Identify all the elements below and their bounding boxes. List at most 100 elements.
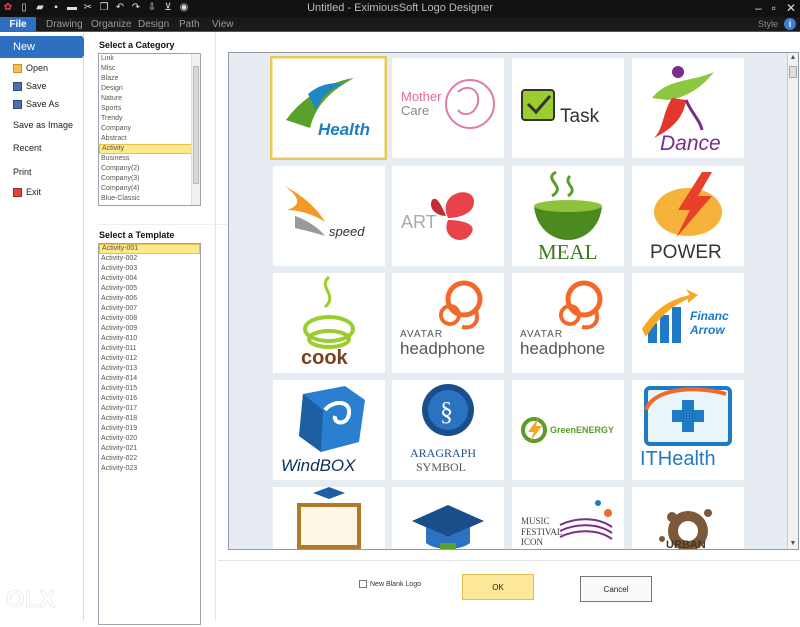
logo-tile-education[interactable] [273, 487, 385, 549]
style-menu[interactable]: Style [758, 19, 778, 29]
logo-tile-cook[interactable]: cook [273, 273, 385, 373]
category-list-item[interactable]: Misc [99, 64, 200, 74]
template-list-item[interactable]: Activity-007 [99, 304, 200, 314]
logo-tile-avatar-1[interactable]: AVATAR headphone [392, 273, 504, 373]
category-list-item[interactable]: Abstract [99, 134, 200, 144]
tab-file[interactable]: File [0, 17, 36, 32]
template-list-item[interactable]: Activity-013 [99, 364, 200, 374]
category-list-item[interactable]: Link [99, 54, 200, 64]
nav-save-as-image[interactable]: Save as Image [13, 120, 73, 130]
maximize-button[interactable]: ▫ [772, 1, 776, 15]
minimize-button[interactable]: – [755, 1, 762, 15]
category-list[interactable]: Link Misc Blaze Design Nature Sports Trendy Com… [98, 53, 201, 206]
nav-exit-label: Exit [26, 187, 42, 197]
gallery-scrollbar[interactable]: ▲ ▼ [787, 53, 798, 549]
checkbox-box[interactable] [359, 580, 367, 588]
nav-save-as[interactable]: Save As [13, 99, 59, 109]
logo-tile-ithealth[interactable]: ITHealth [632, 380, 744, 480]
logo-tile-urban[interactable]: URBAN [632, 487, 744, 549]
logo-text-music: MUSIC [521, 516, 550, 526]
tab-organize[interactable]: Organize [87, 17, 136, 32]
category-list-item[interactable]: Business [99, 154, 200, 164]
category-list-item[interactable]: Company(3) [99, 174, 200, 184]
ok-button[interactable]: OK [462, 574, 534, 600]
logo-tile-aragraph[interactable]: § ARAGRAPH SYMBOL [392, 380, 504, 480]
template-list-item[interactable]: Activity-009 [99, 324, 200, 334]
nav-save[interactable]: Save [13, 81, 47, 91]
category-scrollbar[interactable] [191, 54, 200, 205]
logo-tile-health[interactable]: Health [270, 56, 387, 160]
template-list-item[interactable]: Activity-023 [99, 464, 200, 474]
template-list-item[interactable]: Activity-022 [99, 454, 200, 464]
logo-tile-speed[interactable]: speed [273, 166, 385, 266]
template-list-item[interactable]: Activity-014 [99, 374, 200, 384]
logo-text-ithealth: ITHealth [640, 448, 716, 470]
category-list-item[interactable]: Company [99, 124, 200, 134]
tab-design[interactable]: Design [134, 17, 173, 32]
logo-tile-power[interactable]: POWER [632, 166, 744, 266]
category-list-item[interactable]: Design [99, 84, 200, 94]
exit-icon [13, 187, 22, 197]
template-list-item[interactable]: Activity-010 [99, 334, 200, 344]
template-list-item[interactable]: Activity-012 [99, 354, 200, 364]
category-list-item[interactable]: Blue-Classic [99, 194, 200, 204]
template-list-item[interactable]: Activity-008 [99, 314, 200, 324]
logo-text-health: Health [318, 120, 370, 139]
scroll-thumb[interactable] [789, 66, 797, 78]
template-list-item[interactable]: Activity-006 [99, 294, 200, 304]
logo-tile-mothercare[interactable]: Mother Care [392, 58, 504, 158]
category-list-item[interactable]: Company(2) [99, 164, 200, 174]
logo-tile-avatar-2[interactable]: AVATAR headphone [512, 273, 624, 373]
logo-tile-meal[interactable]: MEAL [512, 166, 624, 266]
logo-tile-financ-arrow[interactable]: Financ Arrow [632, 273, 744, 373]
category-list-item[interactable]: Company(4) [99, 184, 200, 194]
template-list-item[interactable]: Activity-020 [99, 434, 200, 444]
logo-tile-music-festival[interactable]: MUSIC FESTIVAL ICON [512, 487, 624, 549]
logo-tile-greenenergy[interactable]: GreenENERGY [512, 380, 624, 480]
template-list-item[interactable]: Activity-015 [99, 384, 200, 394]
logo-text-dance: Dance [660, 132, 721, 155]
logo-text-meal: MEAL [538, 240, 598, 264]
nav-open[interactable]: Open [13, 63, 48, 73]
category-list-item[interactable]: Nature [99, 94, 200, 104]
scroll-up-arrow[interactable]: ▲ [788, 53, 798, 63]
template-list-item[interactable]: Activity-002 [99, 254, 200, 264]
file-backstage-nav: New Open Save Save As Save as Image Rece… [0, 33, 90, 621]
logo-tile-graduation[interactable] [392, 487, 504, 549]
scroll-down-arrow[interactable]: ▼ [788, 539, 798, 549]
info-icon[interactable]: i [784, 18, 796, 30]
new-blank-logo-checkbox[interactable]: New Blank Logo [359, 580, 421, 588]
template-list-item[interactable]: Activity-019 [99, 424, 200, 434]
template-list-item[interactable]: Activity-016 [99, 394, 200, 404]
tab-view[interactable]: View [208, 17, 238, 32]
category-list-item[interactable]: Trendy [99, 114, 200, 124]
watermark: OLX [0, 575, 58, 621]
tab-path[interactable]: Path [175, 17, 204, 32]
template-list-item[interactable]: Activity-005 [99, 284, 200, 294]
logo-text-windbox: WindBOX [281, 456, 356, 475]
cancel-button[interactable]: Cancel [580, 576, 652, 602]
nav-new[interactable]: New [0, 36, 90, 58]
logo-tile-art[interactable]: ART [392, 166, 504, 266]
template-list-item[interactable]: Activity-011 [99, 344, 200, 354]
nav-recent[interactable]: Recent [13, 143, 42, 153]
logo-text-arrow: Arrow [690, 323, 725, 337]
template-list-item[interactable]: Activity-018 [99, 414, 200, 424]
category-list-item[interactable]: Sports [99, 104, 200, 114]
category-list-item[interactable]: Activity [99, 144, 200, 154]
template-list[interactable]: Activity-001 Activity-002 Activity-003 Acti… [98, 243, 201, 625]
template-list-item[interactable]: Activity-017 [99, 404, 200, 414]
category-list-item[interactable]: Blaze [99, 74, 200, 84]
tab-drawing[interactable]: Drawing [42, 17, 87, 32]
logo-tile-windbox[interactable]: WindBOX [273, 380, 385, 480]
template-list-item[interactable]: Activity-001 [99, 244, 200, 254]
template-list-item[interactable]: Activity-004 [99, 274, 200, 284]
close-button[interactable]: ✕ [786, 1, 796, 15]
logo-tile-task[interactable]: Task [512, 58, 624, 158]
nav-print[interactable]: Print [13, 167, 32, 177]
nav-exit[interactable]: Exit [13, 187, 41, 197]
save-as-icon [13, 99, 22, 109]
logo-tile-dance[interactable]: Dance [632, 58, 744, 158]
template-list-item[interactable]: Activity-021 [99, 444, 200, 454]
template-list-item[interactable]: Activity-003 [99, 264, 200, 274]
